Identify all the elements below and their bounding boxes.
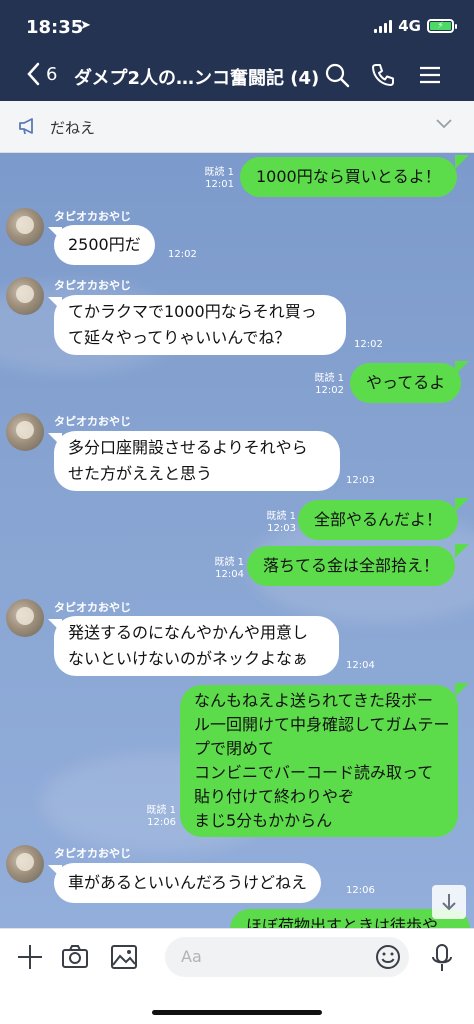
message-text: ないといけないのがネックよなぁ <box>68 649 309 668</box>
message-text: なんもねえよ送られてきた段ボー <box>194 691 434 710</box>
message-meta: 既読 1 12:06 <box>138 805 176 829</box>
message-bubble-incoming[interactable]: 2500円だ <box>54 225 155 265</box>
message-time: 12:06 <box>346 885 375 896</box>
sender-name: タピオカおやじ <box>54 601 131 614</box>
message-text: 多分口座開設させるよりそれやら <box>68 438 308 457</box>
message-text: 1000円なら買いとるよ！ <box>256 167 441 186</box>
message-time: 12:03 <box>346 475 375 486</box>
message-time: 12:06 <box>147 817 176 828</box>
plus-icon[interactable] <box>16 943 44 971</box>
search-icon[interactable] <box>324 62 350 88</box>
message-text: 貼り付けて終わりやぞ <box>194 787 355 806</box>
chevron-down-icon[interactable] <box>436 119 452 129</box>
announcement-bar[interactable]: だねえ <box>0 101 474 153</box>
message-input-bar: Aa <box>0 928 474 1024</box>
message-input[interactable]: Aa <box>165 937 409 977</box>
avatar[interactable] <box>6 413 44 451</box>
message-text: コンビニでバーコード読み取って <box>194 763 434 782</box>
network-label: 4G <box>398 17 421 35</box>
message-bubble-outgoing[interactable]: 全部やるんだよ！ <box>298 500 459 540</box>
message-time: 12:02 <box>354 339 383 350</box>
microphone-icon[interactable] <box>430 943 454 973</box>
arrow-down-icon <box>442 894 456 911</box>
read-receipt: 既読 1 <box>214 557 244 568</box>
message-time: 12:03 <box>267 523 296 534</box>
message-time: 12:04 <box>215 569 244 580</box>
message-bubble-outgoing[interactable]: 落ちてる金は全部拾え！ <box>247 546 456 586</box>
image-icon[interactable] <box>110 943 138 971</box>
message-text: まじ5分もかからん <box>194 811 333 830</box>
message-bubble-outgoing[interactable]: なんもねえよ送られてきた段ボー ル一回開けて中身確認してガムテー プで閉めて コ… <box>180 685 458 837</box>
scroll-to-bottom-button[interactable] <box>432 885 466 919</box>
avatar[interactable] <box>6 277 44 315</box>
read-receipt: 既読 1 <box>314 373 344 384</box>
signal-icon <box>374 19 393 33</box>
message-text: ル一回開けて中身確認してガムテー <box>194 715 450 734</box>
hamburger-menu-icon[interactable] <box>417 62 443 88</box>
avatar[interactable] <box>6 845 44 883</box>
back-button[interactable]: 6 <box>26 62 57 86</box>
message-text: 落ちてる金は全部拾え！ <box>263 556 440 575</box>
location-arrow-icon: ➤ <box>80 18 91 33</box>
camera-icon[interactable] <box>61 943 89 971</box>
message-bubble-incoming[interactable]: 車があるといいんだろうけどねえ <box>54 863 322 903</box>
message-text: 発送するのになんやかんや用意し <box>68 623 309 642</box>
read-receipt: 既読 1 <box>146 805 176 816</box>
read-receipt: 既読 1 <box>266 511 296 522</box>
phone-icon[interactable] <box>370 62 396 88</box>
bubble-tail <box>455 155 469 169</box>
bubble-tail <box>455 498 469 512</box>
message-text: て延々やってりゃいいんでね？ <box>68 328 291 347</box>
message-meta: 既読 1 12:01 <box>196 167 234 191</box>
chat-area[interactable]: 既読 1 12:01 1000円なら買いとるよ！ タピオカおやじ 2500円だ … <box>0 153 474 928</box>
message-text: 2500円だ <box>68 235 141 254</box>
bubble-tail <box>455 361 469 375</box>
avatar[interactable] <box>6 208 44 246</box>
message-text: 全部やるんだよ！ <box>314 510 443 529</box>
avatar[interactable] <box>6 599 44 637</box>
home-indicator <box>152 1010 322 1015</box>
top-bar: 18:35 ➤ 4G ⚡ 6 ダメプ2人の…ンコ奮闘記 (4) <box>0 0 474 101</box>
battery-icon: ⚡ <box>427 19 457 33</box>
message-bubble-incoming[interactable]: 多分口座開設させるよりそれやら せた方がええと思う <box>54 431 340 491</box>
announcement-text: だねえ <box>50 119 96 137</box>
read-receipt: 既読 1 <box>204 167 234 178</box>
chevron-left-icon <box>27 62 40 86</box>
unread-count: 6 <box>46 63 58 85</box>
message-text: プで閉めて <box>194 739 275 758</box>
sender-name: タピオカおやじ <box>54 847 131 860</box>
message-time: 12:02 <box>168 249 197 260</box>
message-time: 12:01 <box>205 179 234 190</box>
message-text: やってるよ <box>366 373 446 392</box>
message-time: 12:02 <box>315 385 344 396</box>
megaphone-icon <box>19 118 33 135</box>
input-placeholder: Aa <box>181 947 202 966</box>
sender-name: タピオカおやじ <box>54 210 131 223</box>
sender-name: タピオカおやじ <box>54 279 131 292</box>
emoji-icon[interactable] <box>374 943 402 971</box>
bubble-tail <box>455 683 469 697</box>
message-bubble-incoming[interactable]: てかラクマで1000円ならそれ買っ て延々やってりゃいいんでね？ <box>54 295 346 355</box>
status-indicators: 4G ⚡ <box>374 17 457 35</box>
message-meta: 既読 1 12:03 <box>258 511 296 535</box>
chat-title[interactable]: ダメプ2人の…ンコ奮闘記 (4) <box>74 64 319 90</box>
message-bubble-incoming[interactable]: 発送するのになんやかんや用意し ないといけないのがネックよなぁ <box>54 616 339 676</box>
sender-name: タピオカおやじ <box>54 415 131 428</box>
message-text: 車があるといいんだろうけどねえ <box>68 873 308 892</box>
status-time: 18:35 <box>26 17 84 38</box>
message-time: 12:04 <box>346 660 375 671</box>
message-bubble-outgoing[interactable]: 1000円なら買いとるよ！ <box>240 157 457 197</box>
message-meta: 既読 1 12:02 <box>306 373 344 397</box>
message-bubble-outgoing[interactable]: やってるよ <box>350 363 462 403</box>
message-text: ほぼ荷物出すときは徒歩や <box>246 916 439 928</box>
message-text: てかラクマで1000円ならそれ買っ <box>68 302 317 321</box>
message-text: せた方がええと思う <box>68 464 213 483</box>
message-meta: 既読 1 12:04 <box>206 557 244 581</box>
